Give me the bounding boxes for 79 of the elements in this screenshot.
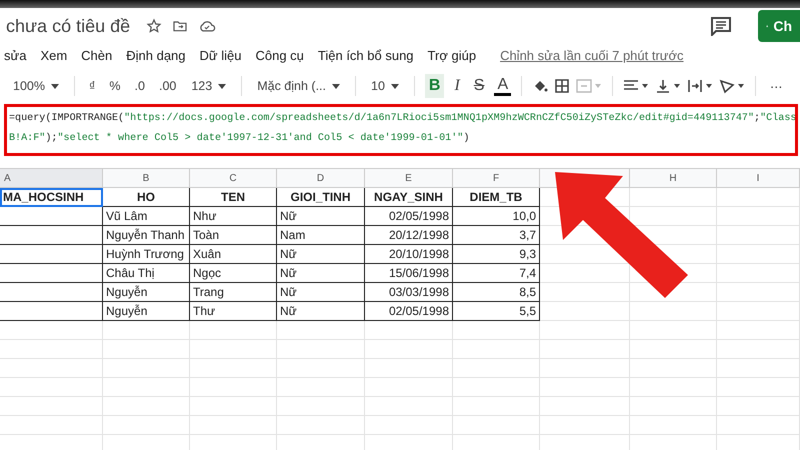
format-button[interactable]: % [105, 76, 125, 96]
column-header[interactable]: I [717, 168, 800, 188]
table-cell: 02/05/1998 [365, 302, 453, 321]
dropdown-button[interactable]: 10 [366, 76, 404, 96]
table-cell: 03/03/1998 [365, 283, 453, 302]
table-cell: 20/10/1998 [365, 245, 453, 264]
dropdown-button[interactable]: Mặc định (... [252, 76, 345, 96]
borders-icon[interactable] [554, 78, 570, 94]
bold-button[interactable]: B [424, 74, 444, 98]
more-button[interactable]: ⋯ [766, 76, 788, 96]
caret-icon [218, 84, 226, 88]
table-cell: 5,5 [453, 302, 540, 321]
caret-icon [332, 84, 340, 88]
table-cell: NGAY_SINH [365, 188, 453, 207]
table-cell: Nữ [277, 207, 365, 226]
menu-item[interactable]: Trợ giúp [428, 48, 476, 62]
italic-button[interactable]: I [450, 74, 464, 98]
table-cell: MA_HOCSINH [0, 188, 103, 207]
table-cell: Nguyễn Thanh [103, 226, 190, 245]
format-button[interactable]: .00 [154, 76, 180, 96]
table-cell: Như [190, 207, 277, 226]
text-color-button[interactable]: A [494, 76, 512, 96]
table-cell: Nam [277, 226, 365, 245]
caret-icon [50, 84, 59, 88]
strikethrough-button[interactable]: S [470, 74, 488, 98]
column-header[interactable]: H [630, 168, 717, 188]
dropdown-button[interactable]: 100% [8, 76, 64, 96]
table-cell: 02/05/1998 [365, 207, 453, 226]
table-cell: Ngọc [190, 264, 277, 283]
table-cell: Thư [190, 302, 277, 321]
document-title[interactable]: chưa có tiêu đề [6, 16, 130, 36]
menu-item[interactable]: sửa [4, 48, 26, 62]
table-cell: 7,4 [453, 264, 540, 283]
caret-icon [390, 84, 399, 88]
menu-item[interactable]: Định dạng [126, 48, 186, 62]
table-cell: 3,7 [453, 226, 540, 245]
table-cell: TEN [190, 188, 277, 207]
menu-item[interactable]: Tiện ích bổ sung [318, 48, 414, 62]
table-cell: Trang [190, 283, 277, 302]
dropdown-button[interactable]: 123 [186, 76, 232, 96]
column-header[interactable]: A [0, 168, 103, 188]
table-cell: Châu Thị [103, 264, 190, 283]
table-cell: DIEM_TB [453, 188, 540, 207]
table-cell: GIOI_TINH [277, 188, 365, 207]
menu-item[interactable]: Chèn [81, 48, 112, 62]
table-cell: Nguyễn [103, 302, 190, 321]
table-cell: 8,5 [453, 283, 540, 302]
table-cell: Nữ [277, 283, 365, 302]
table-cell: Nguyễn [103, 283, 190, 302]
table-cell: 10,0 [453, 207, 540, 226]
table-cell: Nữ [277, 264, 365, 283]
table-cell: Nữ [277, 302, 365, 321]
column-header[interactable]: D [277, 168, 365, 188]
column-header[interactable]: C [190, 168, 277, 188]
column-header[interactable]: F [453, 168, 540, 188]
menu-item[interactable]: Công cụ [255, 48, 304, 62]
format-button[interactable]: ₫ [84, 76, 100, 96]
menu-item[interactable]: Dữ liệu [200, 48, 242, 62]
table-cell: 9,3 [453, 245, 540, 264]
share-button[interactable]: Ch [758, 10, 800, 42]
table-cell: Vũ Lâm [103, 207, 190, 226]
table-cell: HO [103, 188, 190, 207]
star-icon[interactable] [146, 18, 162, 34]
last-edit-link[interactable]: Chỉnh sửa lần cuối 7 phút trước [500, 48, 684, 62]
align-bottom-icon[interactable] [655, 78, 682, 94]
table-cell: Xuân [190, 245, 277, 264]
table-cell: Huỳnh Trương [103, 245, 190, 264]
text-wrap-icon[interactable] [687, 78, 714, 94]
comment-icon[interactable] [710, 16, 732, 36]
table-cell: 15/06/1998 [365, 264, 453, 283]
cloud-check-icon[interactable] [198, 18, 216, 34]
table-cell: 20/12/1998 [365, 226, 453, 245]
menu-item[interactable]: Xem [40, 48, 68, 62]
column-header[interactable]: E [365, 168, 453, 188]
column-header[interactable]: B [103, 168, 190, 188]
text-rotate-icon[interactable] [719, 78, 746, 94]
table-cell: Toàn [190, 226, 277, 245]
table-cell: Nữ [277, 245, 365, 264]
format-button[interactable]: .0 [130, 76, 149, 96]
